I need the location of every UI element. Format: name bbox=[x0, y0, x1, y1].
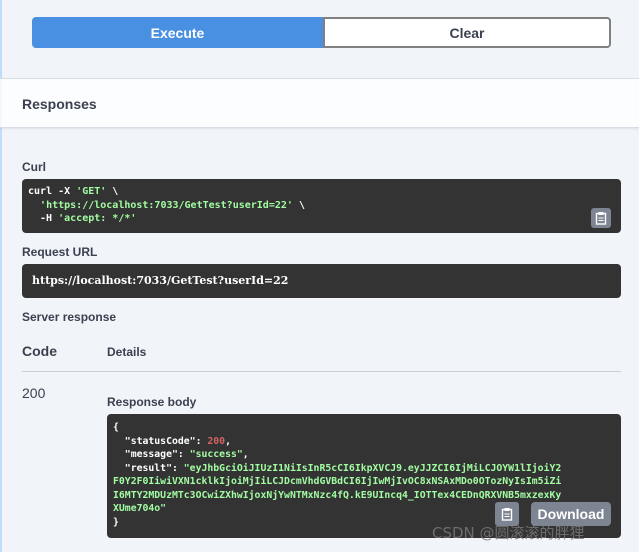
curl-method: 'GET' bbox=[76, 186, 107, 197]
json-key-result: "result": bbox=[113, 462, 184, 474]
clipboard-icon bbox=[595, 212, 607, 225]
curl-url: 'https://localhost:7033/GetTest?userId=2… bbox=[40, 199, 293, 211]
clear-button[interactable]: Clear bbox=[323, 17, 611, 48]
execute-button-group: Execute Clear bbox=[32, 17, 611, 48]
json-open-brace: { bbox=[113, 422, 119, 433]
json-comma-1: , bbox=[225, 435, 231, 447]
json-close-brace: } bbox=[113, 516, 119, 528]
response-body-label: Response body bbox=[107, 395, 197, 409]
code-column-header: Code bbox=[22, 343, 57, 359]
curl-cmd: curl -X bbox=[28, 186, 77, 197]
copy-curl-button[interactable] bbox=[591, 208, 611, 228]
json-key-message: "message": bbox=[113, 449, 190, 460]
request-url-label: Request URL bbox=[22, 245, 98, 259]
json-value-result-line2: F0Y2F0IiwiVXN1cklkIjoiMjIiLCJDcmVhdGVBdC… bbox=[113, 476, 562, 487]
response-status-code: 200 bbox=[22, 385, 46, 401]
json-comma-2: , bbox=[242, 449, 249, 460]
curl-label: Curl bbox=[22, 160, 46, 174]
curl-header-value: 'accept: */*' bbox=[58, 213, 137, 224]
json-value-result-line4: XUme704o" bbox=[113, 503, 167, 514]
json-value-result-line1: "eyJhbGciOiJIUzI1NiIsInR5cCI6IkpXVCJ9.ey… bbox=[183, 462, 562, 474]
responses-title: Responses bbox=[22, 96, 97, 112]
curl-line1-tail: \ bbox=[106, 186, 119, 197]
curl-code-block[interactable]: curl -X 'GET' \ 'https://localhost:7033/… bbox=[22, 179, 621, 233]
request-url-value: https://localhost:7033/GetTest?userId=22 bbox=[22, 264, 621, 298]
execute-button[interactable]: Execute bbox=[32, 17, 323, 48]
json-key-statuscode: "statusCode": bbox=[113, 435, 208, 447]
table-divider bbox=[22, 371, 621, 372]
curl-header-flag: -H bbox=[28, 213, 59, 224]
clipboard-icon bbox=[501, 508, 513, 521]
server-response-label: Server response bbox=[22, 310, 117, 324]
details-column-header: Details bbox=[107, 345, 147, 359]
json-value-statuscode: 200 bbox=[207, 435, 226, 447]
json-value-result-line3: I6MTY2MDUzMTc3OCwiZXhwIjoxNjYwNTMxNzc4fQ… bbox=[113, 489, 562, 501]
responses-header: Responses bbox=[0, 78, 639, 128]
swagger-try-it-out-panel: Execute Clear Responses Curl curl -X 'GE… bbox=[0, 0, 639, 552]
csdn-watermark: CSDN @圆滚滚的胖狸 bbox=[432, 524, 585, 542]
curl-line2-tail: \ bbox=[292, 199, 305, 211]
json-value-message: "success" bbox=[189, 449, 243, 460]
